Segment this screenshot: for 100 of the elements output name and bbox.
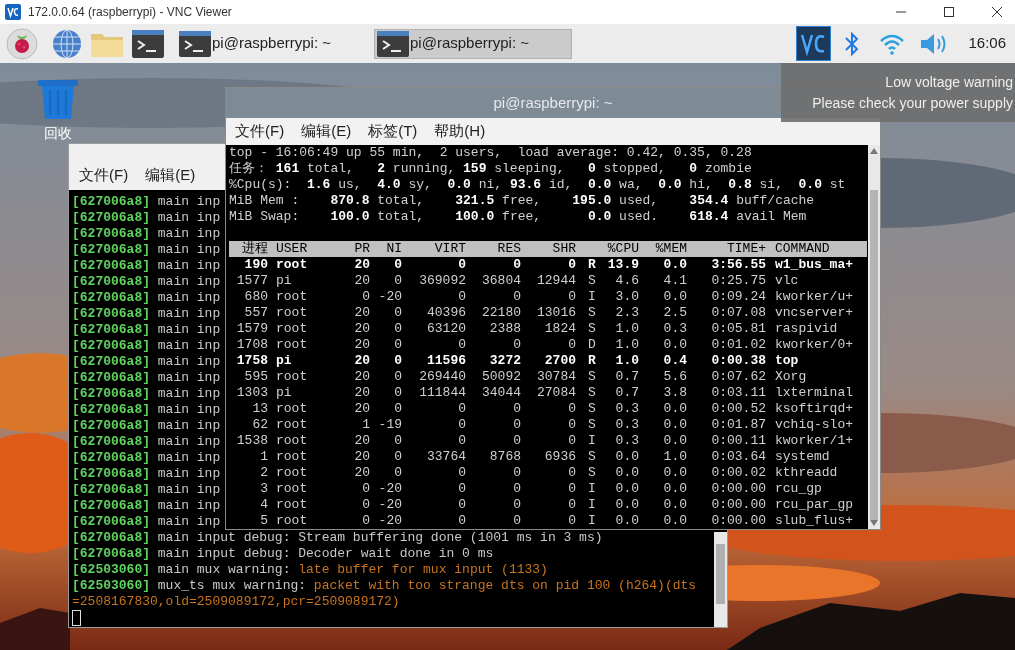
table-cell-text: 0 — [393, 321, 402, 337]
table-cell: vncserver+ — [775, 305, 853, 321]
table-cell-text: 0:03.64 — [710, 449, 766, 465]
log-line: [627006a8] main inp — [72, 290, 221, 305]
table-cell-text: 0 — [567, 497, 576, 513]
table-cell-text: 0 — [567, 417, 576, 433]
table-cell-text: root — [276, 257, 309, 273]
table-cell-text: 0:00.00 — [710, 513, 766, 529]
table-cell: kworker/1+ — [775, 433, 853, 449]
table-cell-text: 0.0 — [614, 465, 639, 481]
table-cell-text: 0.3 — [614, 401, 639, 417]
raspberry-icon[interactable] — [6, 27, 38, 60]
terminal-line: %Cpu(s): 1.6 us, 4.0 sy, 0.0 ni, 93.6 id, 0.0 wa, 0.0 hi, 0.8 si, 0.0 st — [229, 177, 847, 193]
log-line: [627006a8] main inp — [72, 434, 221, 449]
table-cell: kworker/0+ — [775, 337, 853, 353]
table-cell: top — [775, 353, 799, 369]
table-cell-text: 0 — [457, 401, 466, 417]
globe-icon[interactable] — [52, 28, 82, 59]
table-cell-text: 0.0 — [662, 513, 687, 529]
table-cell-text: 3272 — [488, 353, 521, 369]
log-line: [627006a8] main inp — [72, 466, 221, 481]
table-cell-text: I — [588, 513, 597, 529]
table-cell-text: 6936 — [543, 449, 576, 465]
log-line: [627006a8] main input debug: Decoder wait done in 0 ms — [72, 546, 494, 561]
column-header: NI — [385, 241, 402, 257]
bluetooth-icon[interactable] — [845, 30, 860, 57]
table-cell-text: 0 — [361, 481, 370, 497]
terminal-line: MiB Swap: 100.0 total, 100.0 free, 0.0 used. 618.4 avail Mem — [229, 209, 808, 225]
table-cell-text: 0 — [393, 385, 402, 401]
vnc-icon[interactable] — [796, 26, 832, 61]
terminal-icon[interactable] — [132, 29, 164, 58]
table-cell-text: root — [276, 337, 309, 353]
table-cell-text: 0.0 — [662, 257, 687, 273]
taskbar-button[interactable]: pi@raspberrypi: ~ — [374, 28, 572, 59]
table-cell-text: 0 — [393, 257, 402, 273]
table-cell: systemd — [775, 449, 830, 465]
table-cell-text: root — [276, 449, 309, 465]
table-cell-text: 1538 — [235, 433, 268, 449]
table-cell-text: 0 — [567, 337, 576, 353]
log-line: [627006a8] main inp — [72, 450, 221, 465]
table-cell-text: 1 — [361, 417, 370, 433]
table-cell-text: 62 — [251, 417, 268, 433]
maximize-icon[interactable] — [943, 6, 955, 18]
table-cell-text: 1.0 — [662, 449, 687, 465]
scrollbar-thumb[interactable] — [870, 190, 878, 520]
table-cell-text: 0 — [457, 481, 466, 497]
table-cell-text: 12944 — [536, 273, 576, 289]
table-cell-text: root — [276, 433, 309, 449]
table-cell-text: 0:01.02 — [710, 337, 766, 353]
scrollbar[interactable] — [868, 145, 880, 529]
table-cell-text: 680 — [243, 289, 268, 305]
menu-item[interactable]: 编辑(E) — [301, 120, 352, 143]
table-cell-text: 0 — [457, 257, 466, 273]
close-icon[interactable] — [991, 6, 1003, 18]
table-cell: raspivid — [775, 321, 838, 337]
terminal-icon — [377, 30, 409, 57]
table-cell-text: 0 — [393, 449, 402, 465]
table-cell-text: 3 — [259, 481, 268, 497]
table-cell-text: 1577 — [235, 273, 268, 289]
wifi-icon[interactable] — [879, 32, 906, 55]
log-line: [627006a8] main inp — [72, 402, 221, 417]
table-cell-text: root — [276, 513, 309, 529]
column-header: %MEM — [654, 241, 687, 257]
table-cell-text: 0.0 — [662, 401, 687, 417]
table-cell-text: R — [588, 353, 597, 369]
log-line: [627006a8] main inp — [72, 306, 221, 321]
table-cell-text: root — [276, 289, 309, 305]
column-header: COMMAND — [775, 241, 830, 257]
table-cell-text: 2.5 — [662, 305, 687, 321]
table-cell: kworker/u+ — [775, 289, 853, 305]
column-header: SHR — [551, 241, 576, 257]
log-line: [627006a8] main inp — [72, 194, 221, 209]
log-line: [627006a8] main inp — [72, 370, 221, 385]
column-header: 进程 — [241, 241, 268, 257]
table-cell-text: 0.0 — [662, 289, 687, 305]
menu-item[interactable]: 标签(T) — [368, 120, 418, 143]
tooltip-text: Please check your power supply — [812, 93, 1013, 113]
table-cell-text: 0:25.75 — [710, 273, 766, 289]
table-cell-text: 0 — [393, 273, 402, 289]
table-cell-text: pi — [276, 273, 293, 289]
menu-item[interactable]: 编辑(E) — [145, 163, 196, 186]
table-cell-text: 0 — [457, 513, 466, 529]
table-cell-text: 4.6 — [614, 273, 639, 289]
clock[interactable]: 16:06 — [968, 32, 1006, 55]
column-header: RES — [496, 241, 521, 257]
table-cell-text: I — [588, 497, 597, 513]
log-line: [627006a8] main inp — [72, 354, 221, 369]
table-cell-text: 0:07.08 — [710, 305, 766, 321]
table-cell-text: 557 — [243, 305, 268, 321]
terminal-line: 任务： 161 total, 2 running, 159 sleeping, 0 stopped, 0 zombie — [229, 161, 753, 177]
menu-item[interactable]: 文件(F) — [235, 120, 285, 143]
table-cell-text: 0:05.81 — [710, 321, 766, 337]
menu-item[interactable]: 帮助(H) — [434, 120, 486, 143]
table-cell-text: 0 — [567, 257, 576, 273]
menu-item[interactable]: 文件(F) — [79, 163, 129, 186]
terminal-line: top - 16:06:49 up 55 min, 2 users, load average: 0.42, 0.35, 0.28 — [229, 145, 753, 161]
table-cell-text: 20 — [353, 449, 370, 465]
table-cell-text: 22180 — [481, 305, 521, 321]
scroll-up-icon[interactable] — [870, 148, 878, 154]
scrollbar[interactable] — [714, 532, 727, 627]
